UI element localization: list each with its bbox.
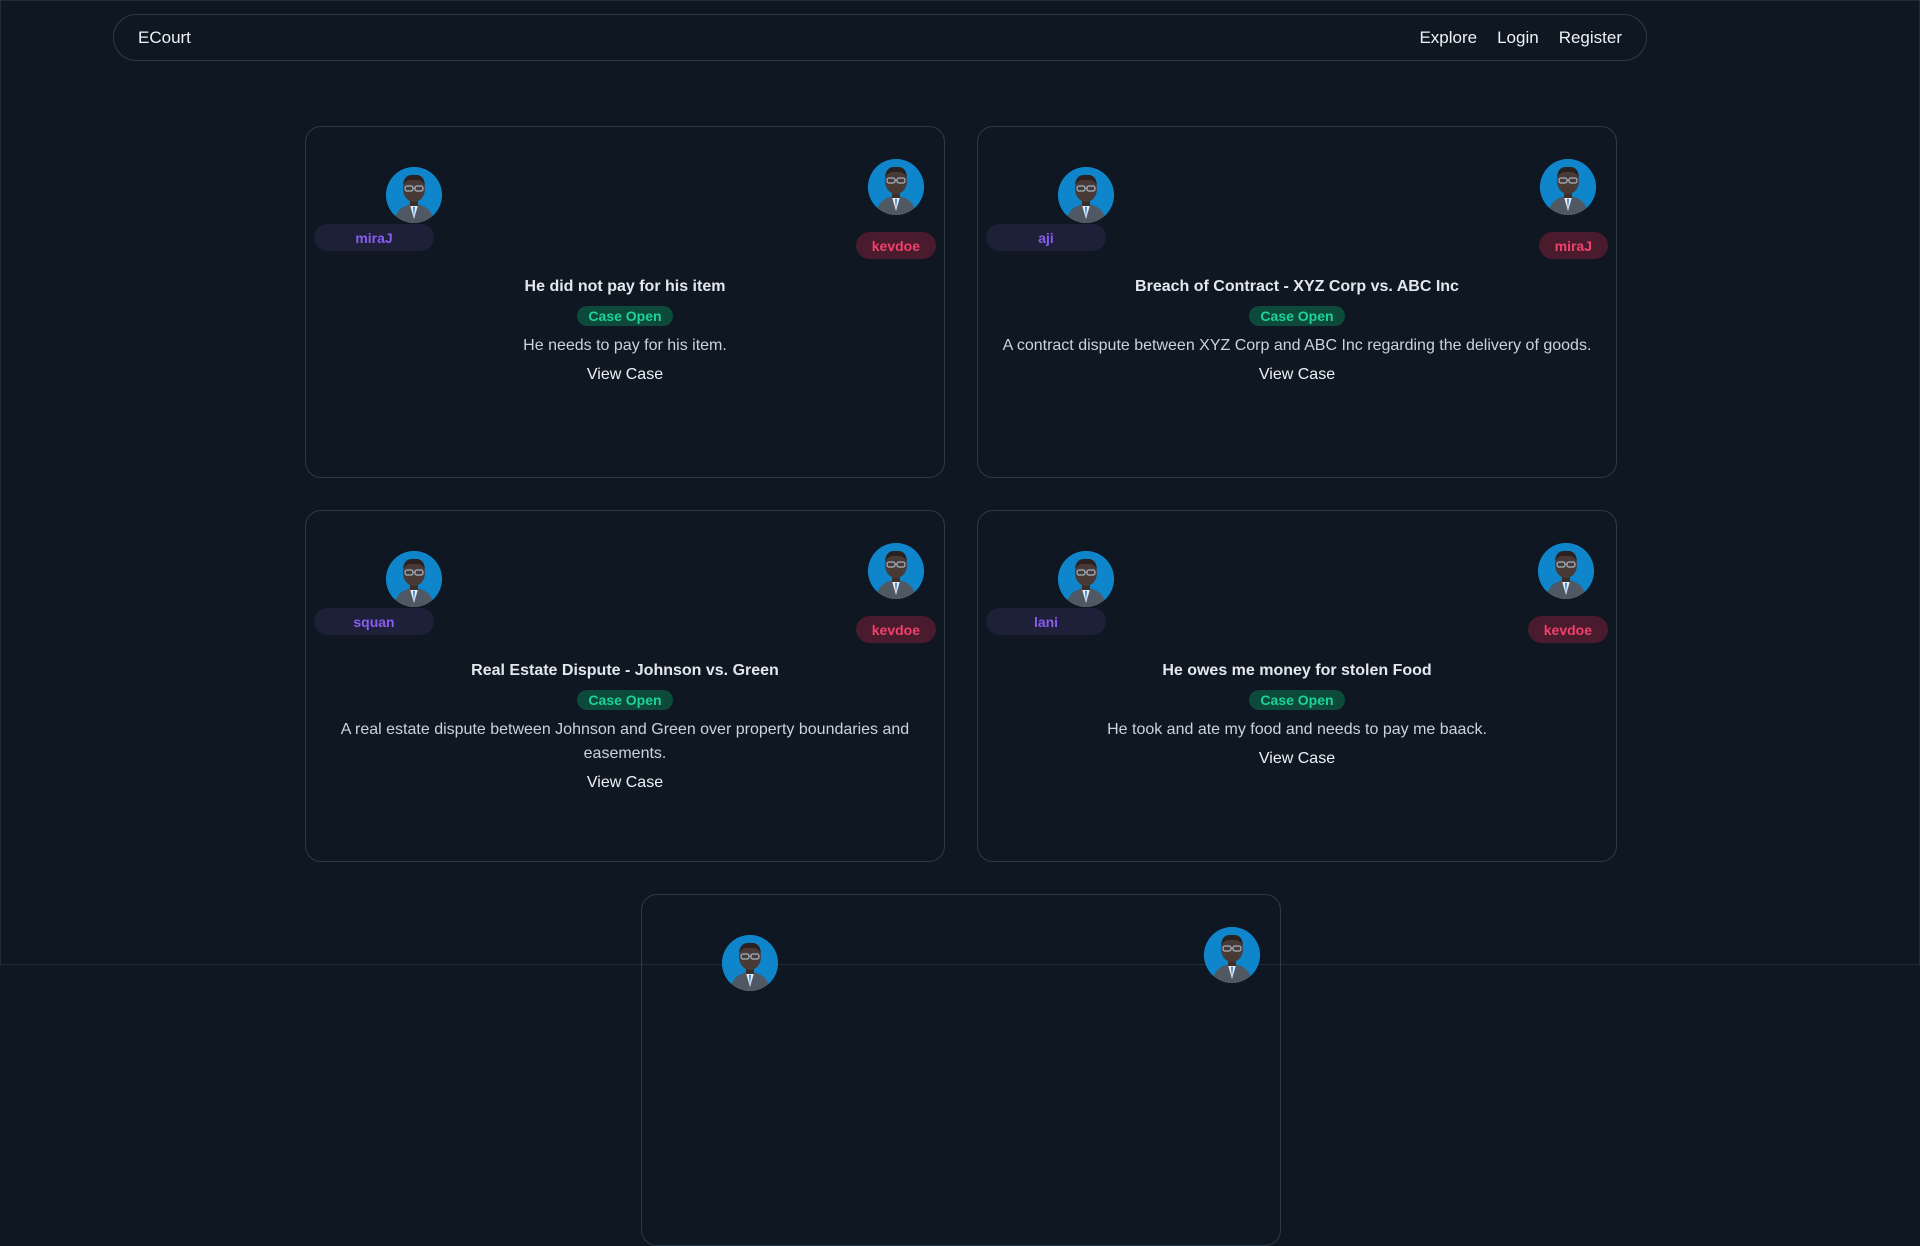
nav-register-link[interactable]: Register — [1559, 28, 1622, 48]
plaintiff-badge[interactable]: aji — [986, 224, 1106, 251]
case-title: He owes me money for stolen Food — [1162, 662, 1432, 679]
case-status-badge: Case Open — [577, 306, 673, 326]
case-content: He did not pay for his item Case Open He… — [326, 277, 924, 384]
case-card: lani kevdoe He owes me money for stolen … — [977, 510, 1617, 862]
view-case-link[interactable]: View Case — [326, 774, 924, 792]
plaintiff-avatar-icon — [1058, 167, 1114, 223]
defendant-avatar-icon — [1540, 159, 1596, 215]
case-card — [641, 894, 1281, 1246]
top-navbar: ECourt Explore Login Register — [113, 14, 1647, 61]
defendant-badge[interactable]: kevdoe — [1527, 616, 1608, 643]
defendant-badge[interactable]: miraJ — [1538, 232, 1608, 259]
brand-logo[interactable]: ECourt — [138, 28, 191, 48]
case-title: He did not pay for his item — [524, 278, 726, 295]
nav-explore-link[interactable]: Explore — [1419, 28, 1477, 48]
defendant-avatar-icon — [868, 159, 924, 215]
plaintiff-badge[interactable]: lani — [986, 608, 1106, 635]
case-content: He owes me money for stolen Food Case Op… — [998, 661, 1596, 768]
nav-links: Explore Login Register — [1419, 28, 1622, 48]
plaintiff-avatar-icon — [386, 551, 442, 607]
case-card: miraJ kevdoe He did not pay for his item… — [305, 126, 945, 478]
view-case-link[interactable]: View Case — [998, 750, 1596, 768]
case-description: A contract dispute between XYZ Corp and … — [1002, 337, 1592, 354]
case-content: Real Estate Dispute - Johnson vs. Green … — [326, 661, 924, 792]
case-content: Breach of Contract - XYZ Corp vs. ABC In… — [998, 277, 1596, 384]
plaintiff-badge[interactable]: miraJ — [314, 224, 434, 251]
case-description: He took and ate my food and needs to pay… — [1107, 721, 1487, 738]
plaintiff-badge[interactable]: squan — [314, 608, 434, 635]
case-status-badge: Case Open — [1249, 690, 1345, 710]
plaintiff-avatar-icon — [722, 935, 778, 991]
defendant-avatar-icon — [1538, 543, 1594, 599]
plaintiff-avatar-icon — [1058, 551, 1114, 607]
nav-login-link[interactable]: Login — [1497, 28, 1539, 48]
case-card: aji miraJ Breach of Contract - XYZ Corp … — [977, 126, 1617, 478]
case-status-badge: Case Open — [577, 690, 673, 710]
defendant-badge[interactable]: kevdoe — [855, 232, 936, 259]
view-case-link[interactable]: View Case — [998, 366, 1596, 384]
case-status-badge: Case Open — [1249, 306, 1345, 326]
case-description: A real estate dispute between Johnson an… — [340, 721, 910, 762]
defendant-avatar-icon — [868, 543, 924, 599]
case-card: squan kevdoe Real Estate Dispute - Johns… — [305, 510, 945, 862]
defendant-avatar-icon — [1204, 927, 1260, 983]
plaintiff-avatar-icon — [386, 167, 442, 223]
case-title: Real Estate Dispute - Johnson vs. Green — [471, 662, 779, 679]
defendant-badge[interactable]: kevdoe — [855, 616, 936, 643]
case-title: Breach of Contract - XYZ Corp vs. ABC In… — [1135, 278, 1459, 295]
view-case-link[interactable]: View Case — [326, 366, 924, 384]
case-description: He needs to pay for his item. — [523, 337, 727, 354]
